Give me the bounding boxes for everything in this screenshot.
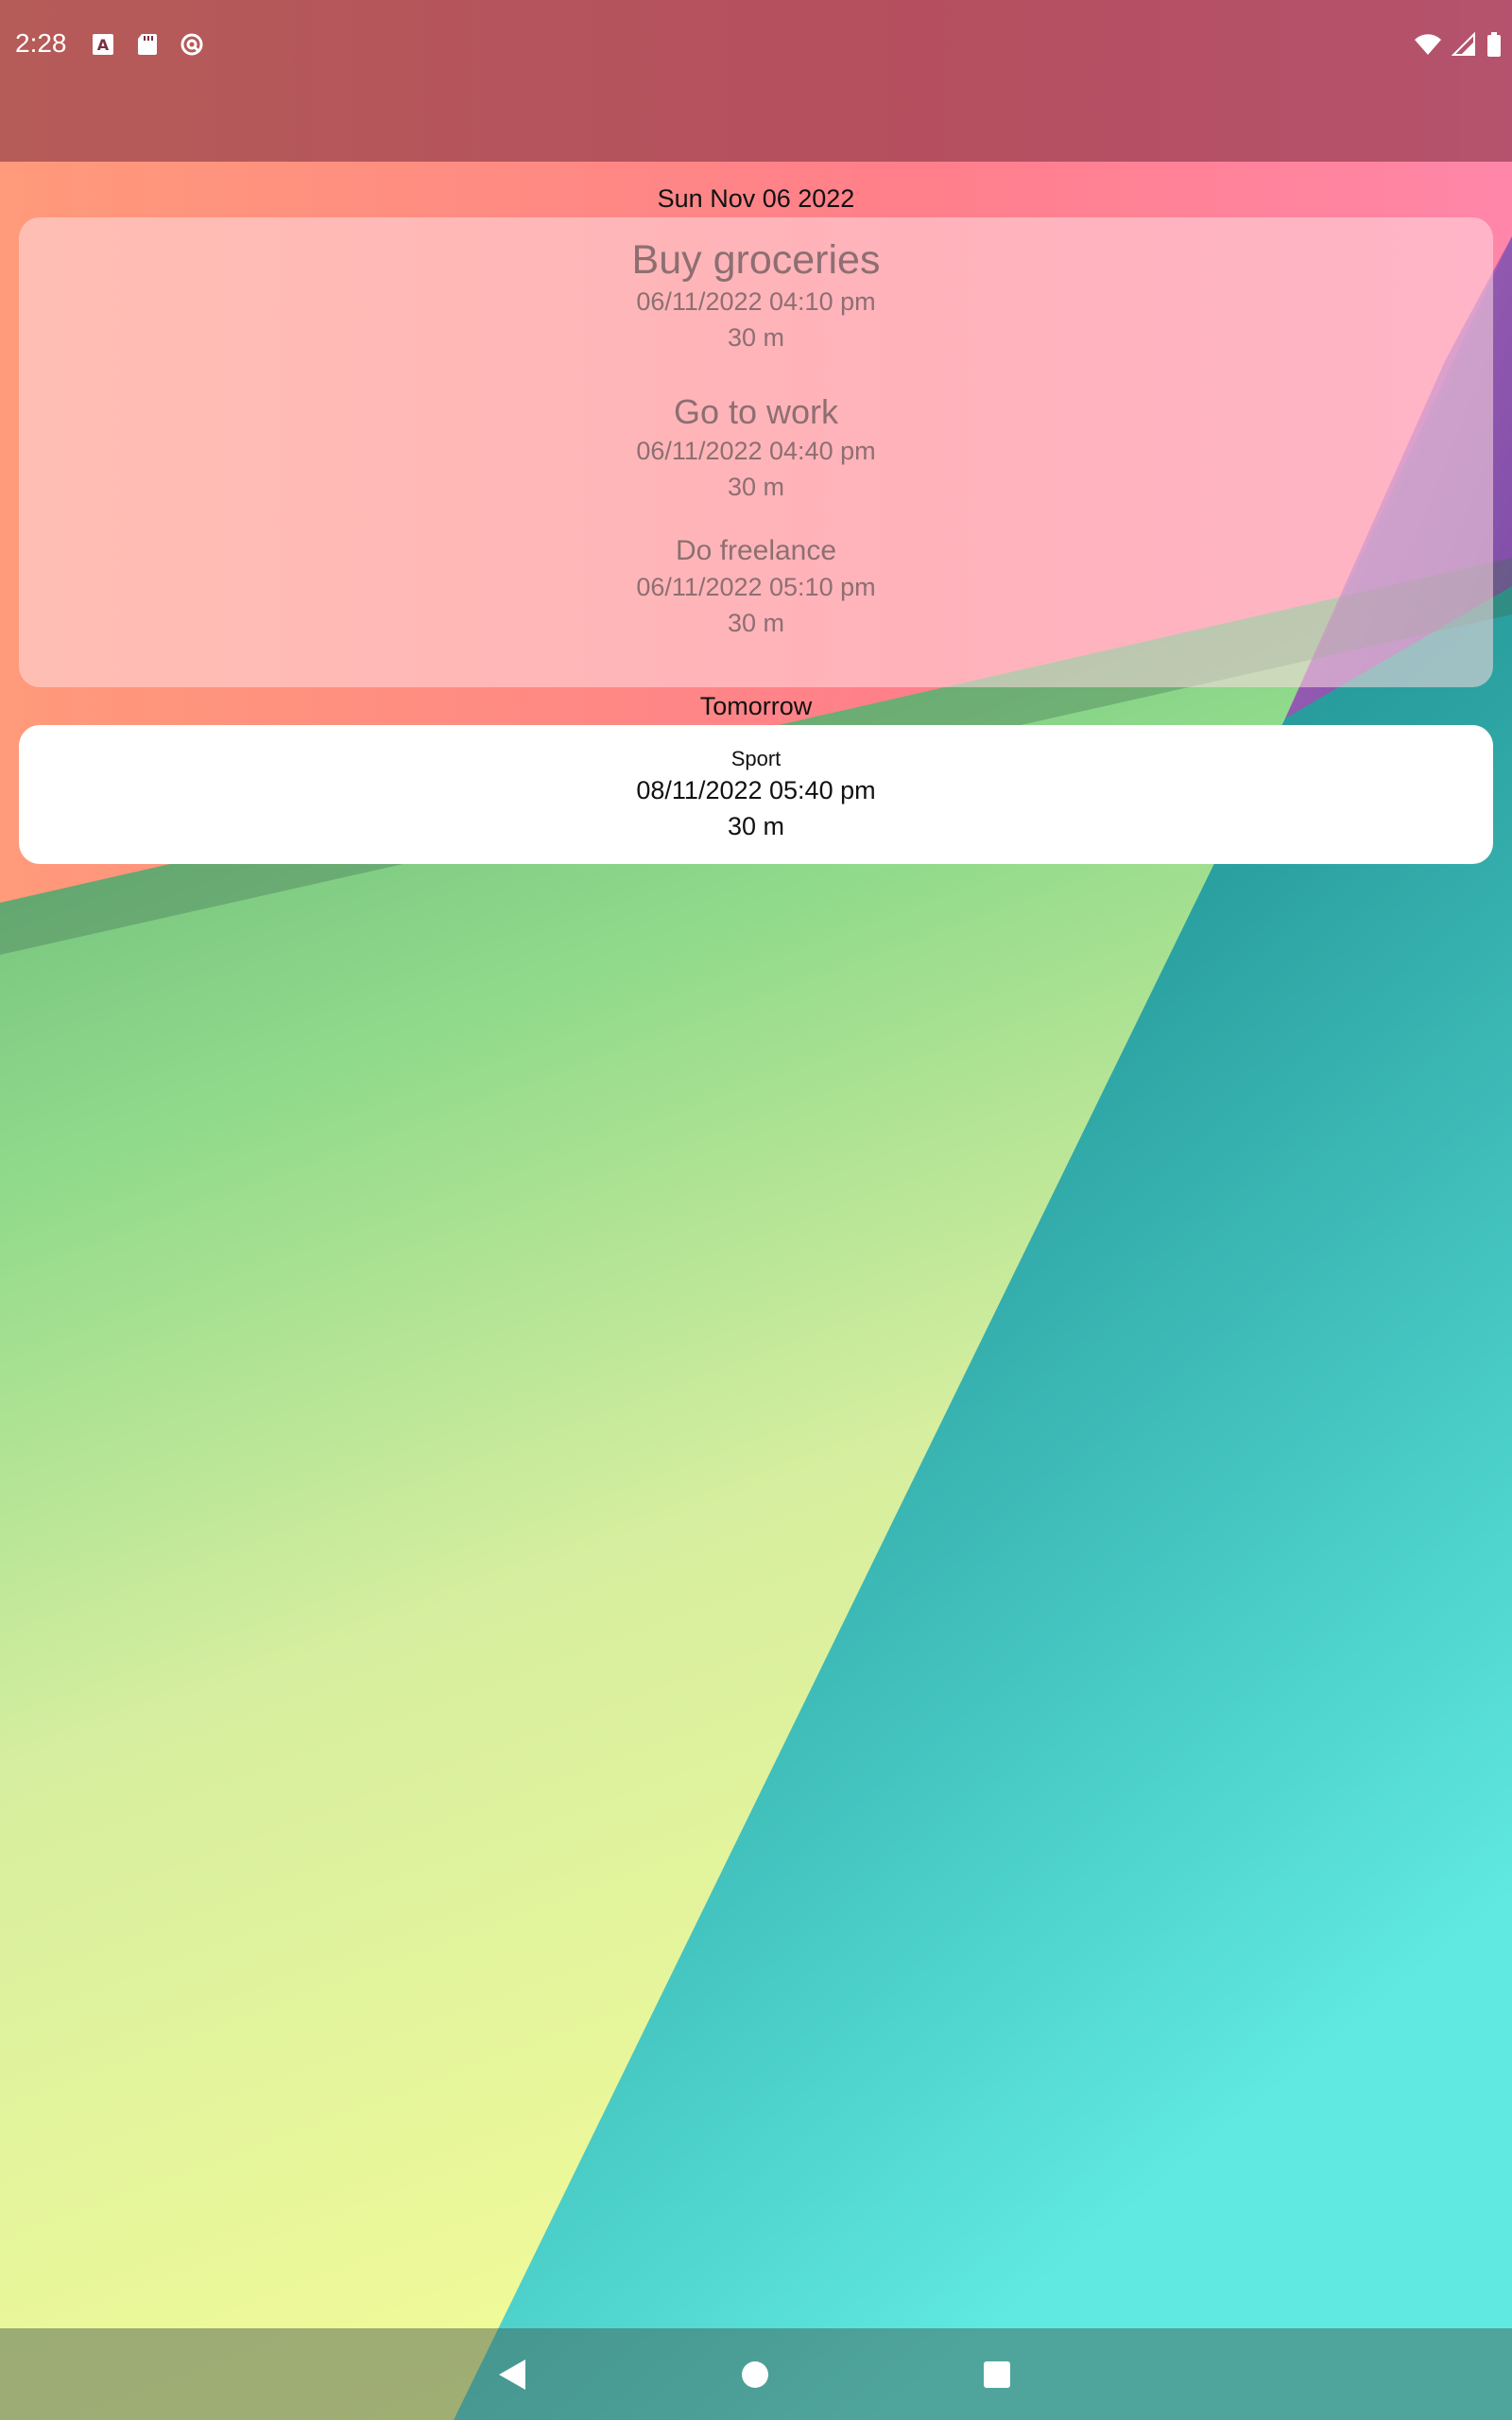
event-item[interactable]: Buy groceries 06/11/2022 04:10 pm 30 m bbox=[19, 236, 1493, 355]
battery-icon bbox=[1487, 32, 1501, 57]
event-duration: 30 m bbox=[727, 812, 785, 840]
event-title: Buy groceries bbox=[631, 237, 881, 283]
navigation-bar bbox=[0, 2328, 1512, 2420]
sd-card-icon bbox=[138, 34, 157, 55]
event-duration: 30 m bbox=[727, 323, 785, 352]
status-bar: 2:28 A bbox=[0, 0, 1512, 162]
event-datetime: 06/11/2022 04:40 pm bbox=[636, 437, 876, 465]
event-item[interactable]: Go to work 06/11/2022 04:40 pm 30 m bbox=[19, 391, 1493, 505]
event-title: Go to work bbox=[673, 392, 839, 431]
recents-icon bbox=[984, 2361, 1010, 2388]
agenda-widget: Sun Nov 06 2022 Buy groceries 06/11/2022… bbox=[0, 180, 1512, 864]
day-header: Tomorrow bbox=[699, 692, 813, 720]
event-datetime: 06/11/2022 04:10 pm bbox=[636, 287, 876, 316]
signal-icon bbox=[1452, 32, 1475, 56]
sync-icon bbox=[180, 33, 203, 56]
wifi-icon bbox=[1415, 34, 1441, 55]
event-duration: 30 m bbox=[727, 609, 785, 637]
recents-button[interactable] bbox=[973, 2351, 1021, 2398]
event-item[interactable]: Do freelance 06/11/2022 05:10 pm 30 m bbox=[19, 533, 1493, 641]
font-a-icon: A bbox=[93, 34, 113, 55]
status-right-icons bbox=[1414, 32, 1503, 57]
home-button[interactable] bbox=[731, 2351, 779, 2398]
event-list-card[interactable]: Buy groceries 06/11/2022 04:10 pm 30 m G… bbox=[19, 217, 1493, 687]
event-datetime: 06/11/2022 05:10 pm bbox=[636, 573, 876, 601]
day-header: Sun Nov 06 2022 bbox=[657, 184, 855, 213]
svg-text:A: A bbox=[97, 36, 110, 54]
event-duration: 30 m bbox=[727, 473, 785, 501]
event-title: Do freelance bbox=[675, 535, 837, 566]
event-title: Sport bbox=[730, 747, 782, 770]
event-datetime: 08/11/2022 05:40 pm bbox=[636, 776, 876, 804]
event-list-card[interactable]: Sport 08/11/2022 05:40 pm 30 m bbox=[19, 725, 1493, 864]
back-button[interactable] bbox=[490, 2351, 537, 2398]
event-item[interactable]: Sport 08/11/2022 05:40 pm 30 m bbox=[19, 746, 1493, 844]
back-icon bbox=[499, 2360, 525, 2390]
status-time: 2:28 bbox=[15, 28, 67, 58]
home-icon bbox=[742, 2361, 768, 2388]
